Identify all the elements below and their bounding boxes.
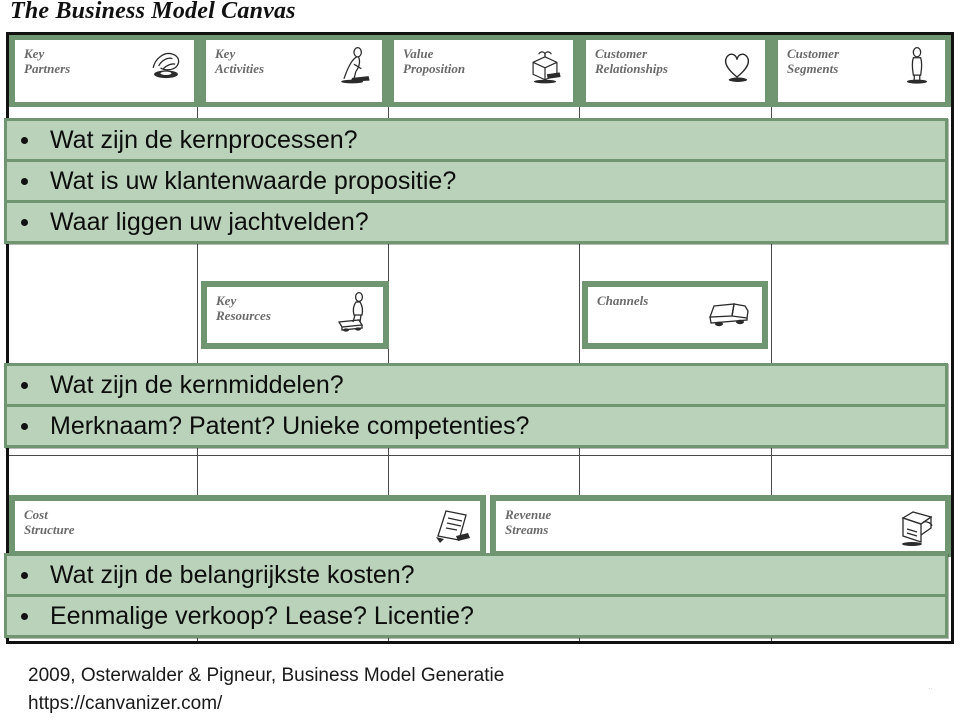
- gift-box-icon: [523, 44, 567, 88]
- scan-artifact: ..: [928, 681, 934, 691]
- canvas-block-label: Channels: [597, 293, 649, 308]
- list-item: Wat zijn de kernmiddelen?: [7, 366, 945, 404]
- list-item: Wat zijn de kernprocessen?: [7, 121, 945, 159]
- canvas-block-label: Key Partners: [24, 46, 71, 76]
- cash-register-icon: [887, 502, 939, 550]
- canvas-block-value-proposition[interactable]: Value Proposition: [394, 40, 573, 102]
- bullet-label: Wat zijn de kernmiddelen?: [50, 371, 344, 399]
- bullet-label: Wat zijn de belangrijkste kosten?: [50, 561, 415, 589]
- worker-icon: [332, 44, 376, 88]
- canvas-block-label: Revenue Streams: [505, 507, 552, 537]
- canvas-block-channels[interactable]: Channels: [588, 287, 762, 343]
- bullet-icon: [21, 136, 28, 144]
- list-item: Wat zijn de belangrijkste kosten?: [7, 556, 945, 594]
- canvas-block-customer-segments[interactable]: Customer Segments: [778, 40, 945, 102]
- credit-text: 2009, Osterwalder & Pigneur, Business Mo…: [28, 665, 505, 714]
- slide-canvas: The Business Model Canvas Key Partners K…: [0, 0, 960, 728]
- bullet-icon: [21, 422, 28, 430]
- list-item: Waar liggen uw jachtvelden?: [7, 203, 945, 241]
- canvas-block-key-resources[interactable]: Key Resources: [207, 287, 383, 343]
- bullet-label: Eenmalige verkoop? Lease? Licentie?: [50, 602, 474, 630]
- canvas-block-revenue-streams[interactable]: Revenue Streams: [496, 501, 945, 551]
- bullet-icon: [21, 612, 28, 620]
- canvas-block-label: Customer Relationships: [595, 46, 668, 76]
- canvas-block-customer-relationships[interactable]: Customer Relationships: [586, 40, 765, 102]
- bullet-label: Wat is uw klantenwaarde propositie?: [50, 167, 457, 195]
- invoice-icon: [424, 502, 476, 550]
- bullet-icon: [21, 571, 28, 579]
- handshake-icon: [144, 44, 188, 88]
- canvas-block-label: Cost Structure: [24, 507, 75, 537]
- bullet-icon: [21, 381, 28, 389]
- canvas-block-label: Key Resources: [216, 293, 271, 323]
- bullet-label: Waar liggen uw jachtvelden?: [50, 208, 369, 236]
- canvas-block-label: Value Proposition: [403, 46, 466, 76]
- canvas-block-cost-structure[interactable]: Cost Structure: [15, 501, 480, 551]
- text-block-resources-questions: Wat zijn de kernmiddelen? Merknaam? Pate…: [4, 363, 948, 448]
- bullet-label: Merknaam? Patent? Unieke competenties?: [50, 412, 530, 440]
- bullet-label: Wat zijn de kernprocessen?: [50, 126, 358, 154]
- list-item: Eenmalige verkoop? Lease? Licentie?: [7, 597, 945, 635]
- text-block-activities-value-channels-questions: Wat zijn de kernprocessen? Wat is uw kla…: [4, 118, 948, 244]
- canvas-block-label: Key Activities: [215, 46, 265, 76]
- bullet-icon: [21, 218, 28, 226]
- canvas-block-key-partners[interactable]: Key Partners: [15, 40, 194, 102]
- page-title: The Business Model Canvas: [10, 0, 296, 24]
- canvas-block-label: Customer Segments: [787, 46, 840, 76]
- truck-icon: [704, 291, 756, 337]
- grid-rule-row-1: [9, 455, 951, 456]
- heart-icon: [715, 44, 759, 88]
- text-block-cost-revenue-questions: Wat zijn de belangrijkste kosten? Eenmal…: [4, 553, 948, 638]
- list-item: Wat is uw klantenwaarde propositie?: [7, 162, 945, 200]
- bullet-icon: [21, 177, 28, 185]
- crane-icon: [329, 289, 377, 337]
- list-item: Merknaam? Patent? Unieke competenties?: [7, 407, 945, 445]
- canvas-block-key-activities[interactable]: Key Activities: [206, 40, 382, 102]
- person-icon: [895, 44, 939, 88]
